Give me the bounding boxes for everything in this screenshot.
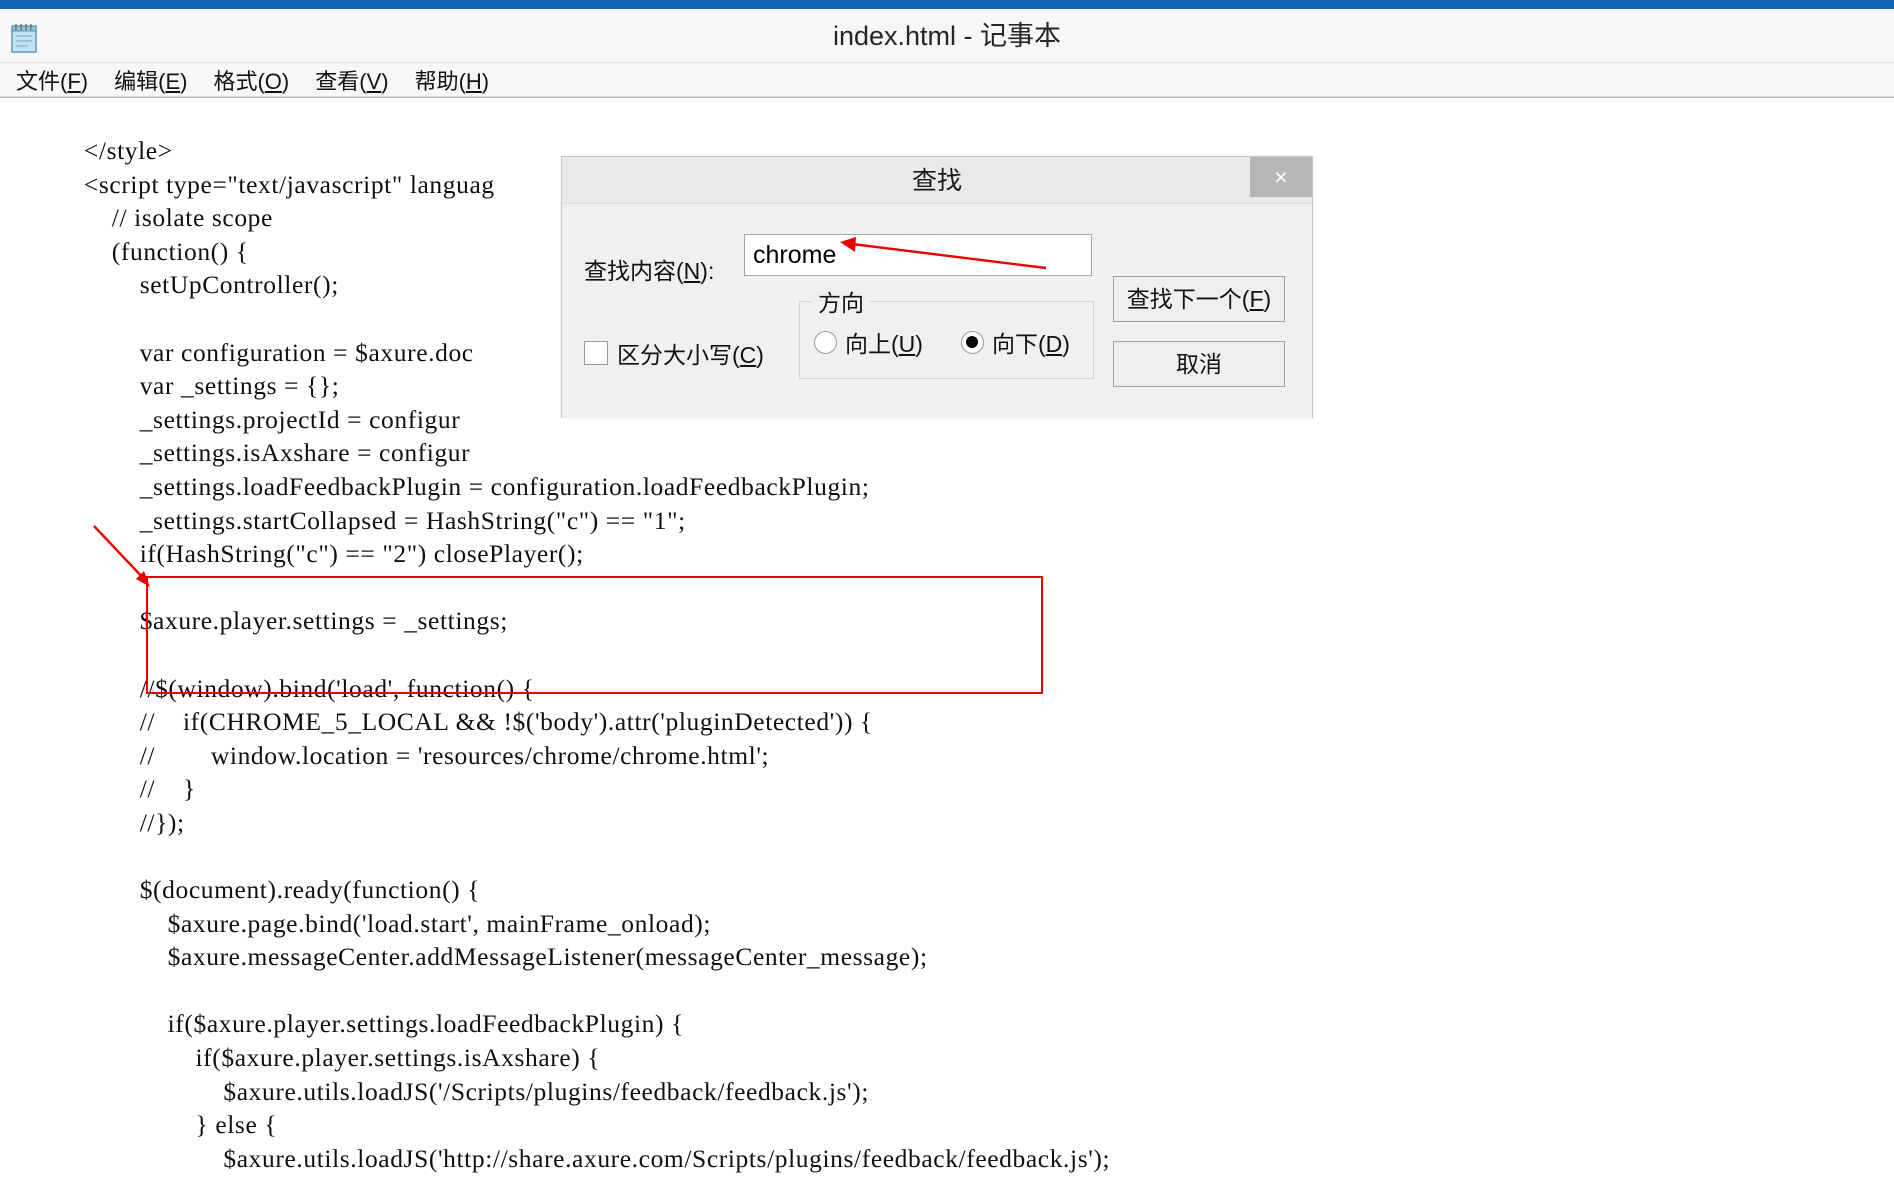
window-title: index.html - 记事本 [832, 21, 1062, 51]
menu-item-format[interactable]: 格式(O) [209, 62, 293, 98]
radio-direction-down[interactable]: 向下(D) [960, 325, 1070, 359]
menu-item-edit-tail: ) [180, 68, 188, 94]
menu-item-help[interactable]: 帮助(H) [411, 62, 494, 98]
radio-up-tail: ) [915, 331, 923, 357]
find-what-label: 查找内容(N): [584, 252, 714, 286]
find-what-label-text: 查找内容( [584, 258, 684, 284]
menu-item-view-text: 查看( [315, 68, 367, 94]
radio-down-tail: ) [1062, 331, 1070, 357]
find-next-button-tail: ) [1263, 286, 1272, 312]
find-what-input[interactable] [744, 234, 1092, 276]
menu-item-format-tail: ) [281, 68, 290, 94]
radio-down-mnemonic: D [1045, 331, 1063, 357]
radio-direction-down-label: 向下(D) [992, 325, 1070, 359]
match-case-label-tail: ) [756, 342, 764, 368]
menu-item-format-mnemonic: O [264, 68, 282, 94]
radio-icon-up[interactable] [814, 330, 837, 354]
find-dialog-titlebar: 查找 × [562, 157, 1312, 203]
radio-down-text: 向下( [991, 331, 1046, 357]
checkbox-icon[interactable] [584, 341, 608, 365]
find-dialog-body: 查找内容(N): 区分大小写(C) 方向 向上(U) 向下(D [562, 203, 1312, 418]
radio-direction-up-label: 向上(U) [845, 325, 923, 359]
menu-item-edit[interactable]: 编辑(E) [110, 62, 191, 98]
menu-item-edit-mnemonic: E [165, 68, 181, 94]
notepad-window: index.html - 记事本 文件(F) 编辑(E) 格式(O) 查看(V)… [0, 0, 1894, 1193]
find-next-button-text: 查找下一个( [1126, 286, 1250, 312]
close-icon[interactable]: × [1250, 157, 1312, 197]
find-dialog-title: 查找 [911, 167, 962, 195]
match-case-label-text: 区分大小写( [617, 342, 740, 368]
menu-item-help-tail: ) [481, 68, 490, 94]
menu-item-edit-text: 编辑( [114, 68, 166, 94]
radio-up-text: 向上( [845, 331, 899, 357]
menu-bar: 文件(F) 编辑(E) 格式(O) 查看(V) 帮助(H) [0, 63, 1894, 97]
direction-groupbox: 方向 向上(U) 向下(D) [799, 284, 1094, 379]
find-what-label-mnemonic: N [683, 258, 701, 284]
radio-direction-up[interactable]: 向上(U) [814, 325, 923, 359]
match-case-label: 区分大小写(C) [617, 336, 764, 370]
menu-item-format-text: 格式( [213, 68, 265, 94]
menu-item-view-mnemonic: V [366, 68, 382, 94]
find-next-button[interactable]: 查找下一个(F) [1113, 276, 1285, 322]
find-dialog: 查找 × 查找内容(N): 区分大小写(C) 方向 向上(U) [561, 156, 1313, 418]
direction-legend: 方向 [812, 284, 870, 318]
menu-item-view[interactable]: 查看(V) [311, 62, 392, 98]
menu-item-help-mnemonic: H [465, 68, 482, 94]
match-case-checkbox[interactable]: 区分大小写(C) [584, 336, 764, 370]
radio-icon-down[interactable] [960, 330, 984, 354]
find-what-label-tail: ): [700, 258, 715, 284]
match-case-label-mnemonic: C [739, 342, 757, 368]
menu-item-help-text: 帮助( [414, 68, 466, 94]
menu-item-file-text: 文件( [16, 68, 68, 94]
cancel-button[interactable]: 取消 [1113, 341, 1285, 387]
title-bar: index.html - 记事本 [0, 9, 1894, 63]
radio-up-mnemonic: U [898, 331, 916, 357]
find-next-button-mnemonic: F [1249, 286, 1264, 312]
direction-radio-row: 向上(U) 向下(D) [814, 325, 1070, 359]
menu-item-view-tail: ) [381, 68, 389, 94]
menu-item-file-mnemonic: F [67, 68, 81, 94]
menu-item-file[interactable]: 文件(F) [12, 62, 92, 98]
menu-item-file-tail: ) [80, 68, 89, 94]
window-accent-strip [0, 0, 1894, 9]
